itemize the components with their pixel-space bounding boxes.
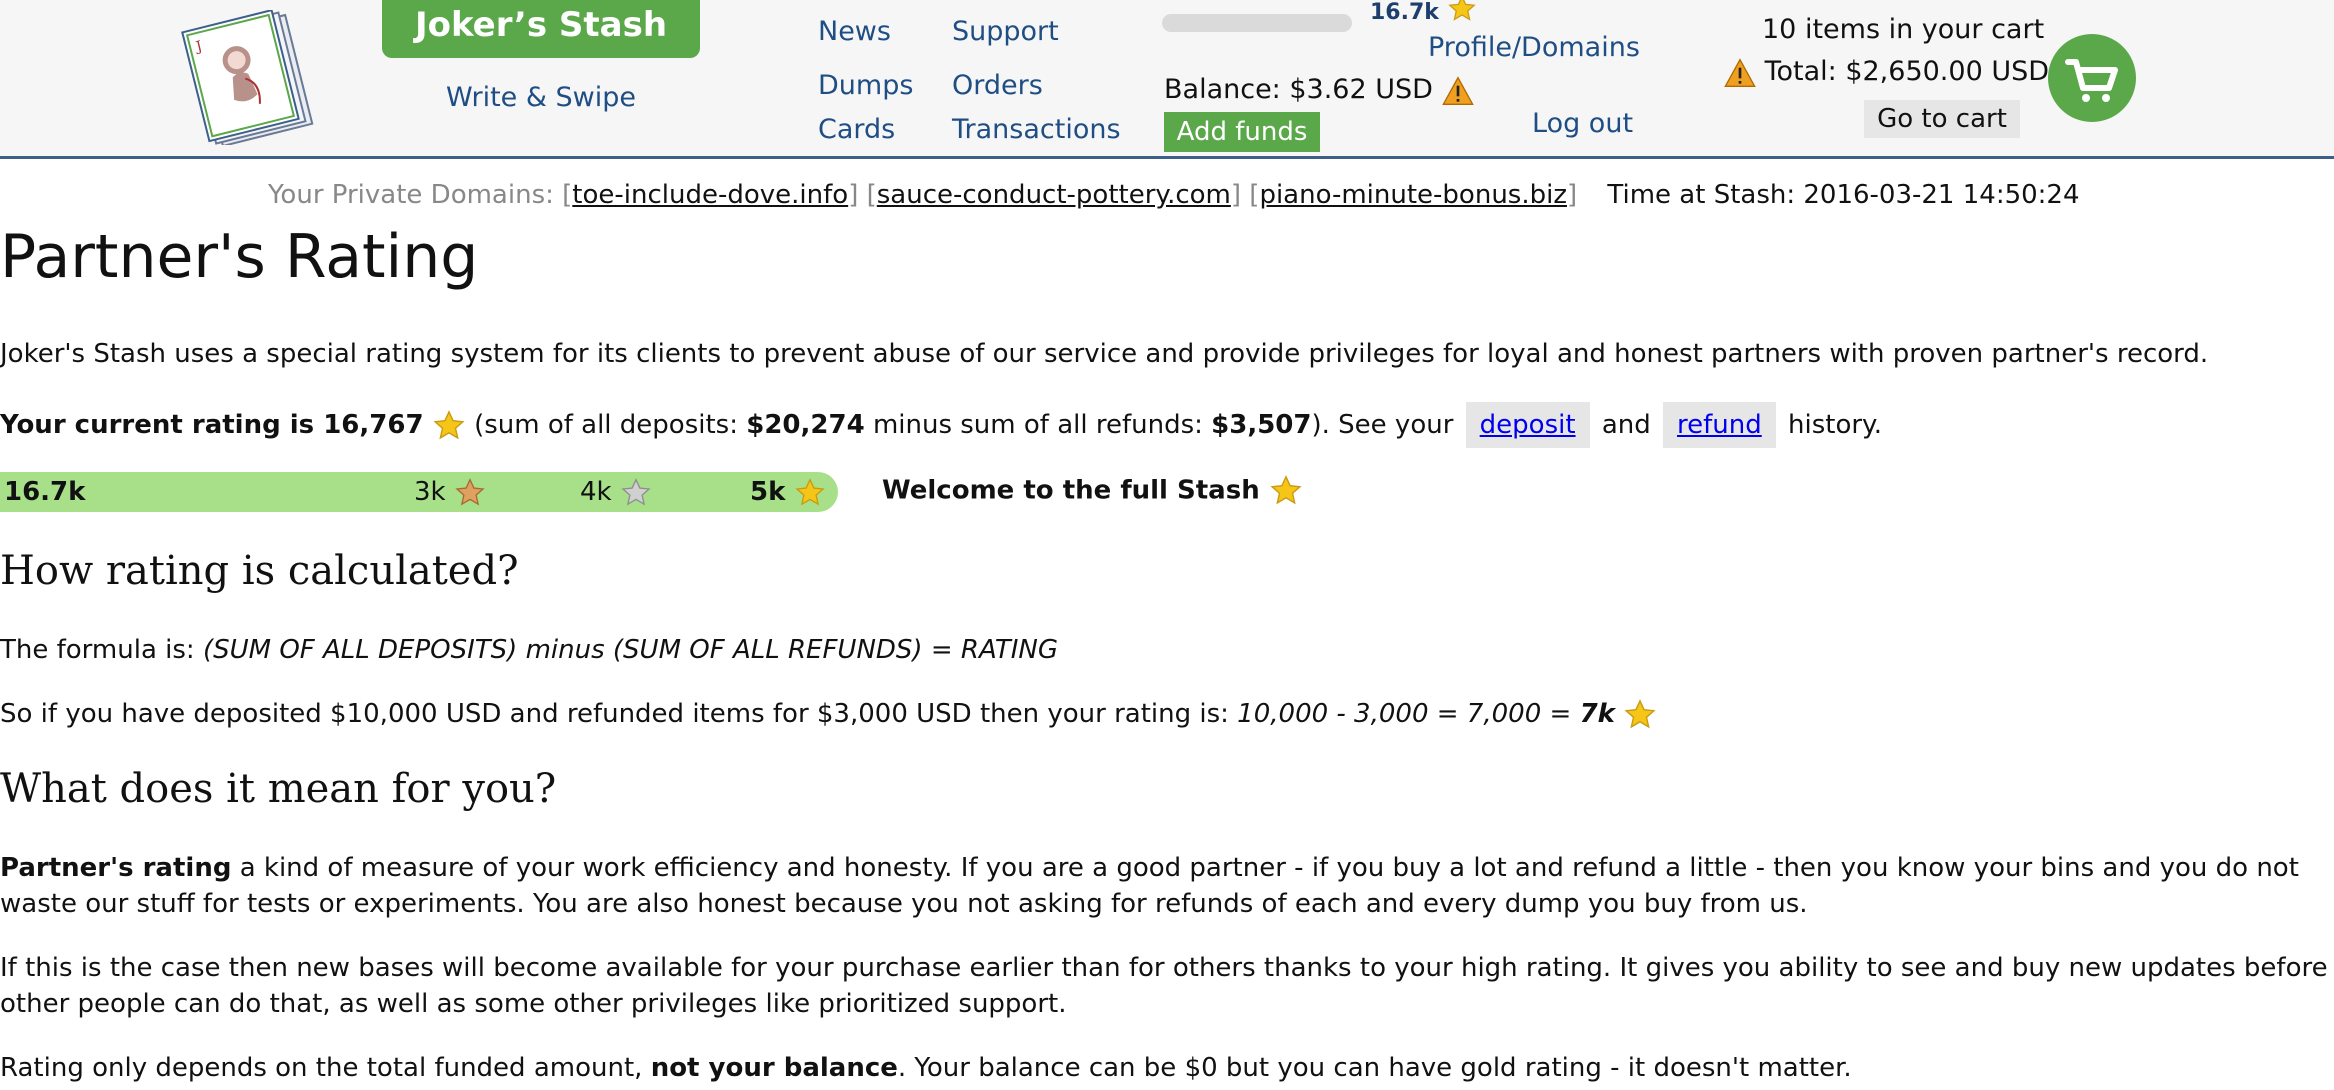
write-swipe-link[interactable]: Write & Swipe xyxy=(382,82,700,113)
silver-star-icon xyxy=(621,477,651,506)
domains-label: Your Private Domains: xyxy=(268,180,554,210)
nav-transactions[interactable]: Transactions xyxy=(952,114,1121,145)
current-rating-label: Your current rating is 16,767 xyxy=(0,410,424,440)
deposit-history-button[interactable]: deposit xyxy=(1465,402,1590,448)
balance: Balance: $3.62 USD xyxy=(1164,74,1474,106)
formula-text: (SUM OF ALL DEPOSITS) minus (SUM OF ALL … xyxy=(202,635,1058,665)
nav-logout[interactable]: Log out xyxy=(1532,108,1633,139)
private-domains-line: Your Private Domains: [toe-include-dove.… xyxy=(268,180,2080,210)
formula-line: The formula is: (SUM OF ALL DEPOSITS) mi… xyxy=(0,632,2330,668)
domain-link[interactable]: sauce-conduct-pottery.com xyxy=(877,180,1231,210)
welcome-text: Welcome to the full Stash xyxy=(882,475,1260,506)
tier-4k: 4k xyxy=(580,472,652,512)
star-icon xyxy=(1270,475,1302,505)
refunds-sum: $3,507 xyxy=(1211,410,1312,440)
not-balance-term: not your balance xyxy=(650,1053,898,1083)
tier-3k: 3k xyxy=(414,472,486,512)
bronze-star-icon xyxy=(455,477,485,506)
tier-3k-label: 3k xyxy=(414,477,446,507)
intro-paragraph: Joker's Stash uses a special rating syst… xyxy=(0,339,2209,369)
nav-orders[interactable]: Orders xyxy=(952,70,1043,101)
balance-text: Balance: $3.62 USD xyxy=(1164,74,1433,105)
meaning-paragraph-2: If this is the case then new bases will … xyxy=(0,953,2328,1019)
rating-mini[interactable]: 16.7k xyxy=(1370,0,1477,25)
page-title: Partner's Rating xyxy=(0,222,479,292)
tier-5k-label: 5k xyxy=(750,477,786,507)
deposits-prefix: (sum of all deposits: xyxy=(474,410,738,440)
warning-icon xyxy=(1441,75,1474,105)
deposits-sum: $20,274 xyxy=(746,410,865,440)
refund-history-button[interactable]: refund xyxy=(1663,402,1776,448)
tier-4k-label: 4k xyxy=(580,477,612,507)
meaning-paragraph-3: Rating only depends on the total funded … xyxy=(0,1050,2330,1086)
example-prefix: So if you have deposited $10,000 USD and… xyxy=(0,699,1229,729)
rating-mini-value: 16.7k xyxy=(1370,0,1439,25)
refunds-prefix: minus sum of all refunds: xyxy=(872,410,1203,440)
account-name-redacted[interactable] xyxy=(1162,4,1362,38)
meaning-text-3a: Rating only depends on the total funded … xyxy=(0,1053,643,1083)
cart-icon xyxy=(2065,59,2118,102)
stash-time: Time at Stash: 2016-03-21 14:50:24 xyxy=(1607,180,2080,210)
tier-5k: 5k xyxy=(750,472,826,512)
domain-link[interactable]: toe-include-dove.info xyxy=(572,180,848,210)
cart-button[interactable] xyxy=(2048,34,2136,122)
domain-link[interactable]: piano-minute-bonus.biz xyxy=(1259,180,1567,210)
star-icon xyxy=(1624,698,1656,728)
nav-profile-domains[interactable]: Profile/Domains xyxy=(1428,32,1640,63)
history-text: history. xyxy=(1788,410,1882,440)
star-icon xyxy=(1447,0,1476,21)
rating-line: Your current rating is 16,767 (sum of al… xyxy=(0,402,2330,448)
cart-total: Total: $2,650.00 USD xyxy=(1724,56,2049,88)
example-result: 7k xyxy=(1579,699,1615,729)
example-line: So if you have deposited $10,000 USD and… xyxy=(0,696,2330,732)
meaning-paragraph-1: Partner's rating a kind of measure of yo… xyxy=(0,850,2330,922)
star-icon xyxy=(433,409,465,439)
rating-progress-bar: 16.7k 3k 4k 5k xyxy=(0,472,838,512)
add-funds-button[interactable]: Add funds xyxy=(1164,112,1320,152)
calc-heading: How rating is calculated? xyxy=(0,548,519,594)
see-your-text: ). See your xyxy=(1311,410,1454,440)
top-header: J Joker’s Stash Write & Swipe News Suppo… xyxy=(0,0,2334,159)
example-calc: 10,000 - 3,000 = 7,000 = xyxy=(1237,699,1572,729)
meaning-text-1: a kind of measure of your work efficienc… xyxy=(0,853,2299,919)
cart-total-text: Total: $2,650.00 USD xyxy=(1764,56,2050,87)
bar-current-rating: 16.7k xyxy=(4,477,86,507)
formula-prefix: The formula is: xyxy=(0,635,195,665)
nav-cards[interactable]: Cards xyxy=(818,114,895,145)
go-to-cart-button[interactable]: Go to cart xyxy=(1864,100,2020,138)
welcome-message: Welcome to the full Stash xyxy=(882,474,1303,508)
meaning-heading: What does it mean for you? xyxy=(0,766,557,812)
cart-count: 10 items in your cart xyxy=(1762,14,2045,45)
warning-icon xyxy=(1724,57,1756,87)
partner-rating-term: Partner's rating xyxy=(0,853,232,883)
meaning-text-3b: . Your balance can be $0 but you can hav… xyxy=(897,1053,1852,1083)
nav-support[interactable]: Support xyxy=(952,16,1059,47)
gold-star-icon xyxy=(795,477,826,506)
nav-dumps[interactable]: Dumps xyxy=(818,70,913,101)
brand-logo[interactable]: Joker’s Stash xyxy=(382,0,700,58)
logo-icon[interactable]: J xyxy=(176,10,336,145)
nav-news[interactable]: News xyxy=(818,16,891,47)
and-text: and xyxy=(1601,410,1651,440)
